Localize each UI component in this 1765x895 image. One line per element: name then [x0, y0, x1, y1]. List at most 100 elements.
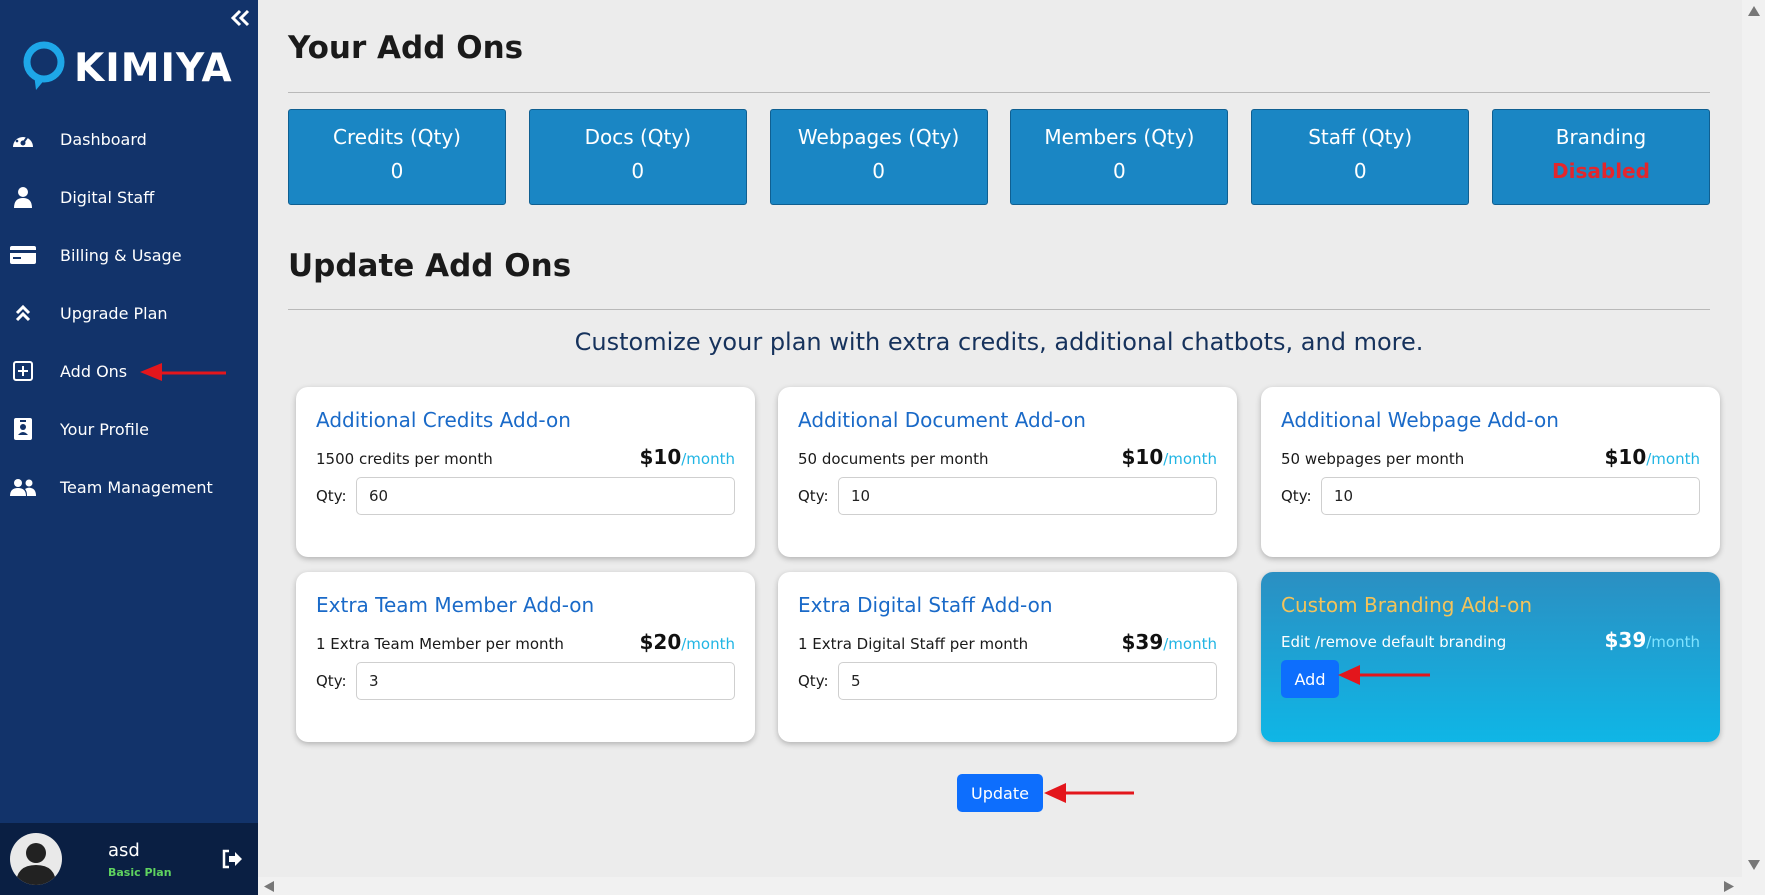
addon-summary: Credits (Qty) 0 Docs (Qty) 0 Webpages (Q…: [288, 109, 1710, 205]
price: $39/month: [1122, 630, 1218, 654]
card-title: Additional Webpage Add-on: [1281, 408, 1559, 432]
price: $10/month: [640, 445, 736, 469]
qty-label: Qty:: [1281, 487, 1312, 505]
price-amount: $20: [639, 630, 682, 654]
annotation-arrow: [140, 363, 226, 381]
brand-name: KIMIYA: [74, 45, 233, 91]
price: $39/month: [1605, 628, 1701, 652]
card-description: 50 documents per month: [798, 450, 989, 468]
add-branding-button[interactable]: Add: [1281, 660, 1339, 698]
addon-card-documents: Additional Document Add-on 50 documents …: [778, 387, 1237, 557]
digital-staff-qty-input[interactable]: [838, 662, 1217, 700]
vertical-scrollbar[interactable]: [1742, 0, 1765, 877]
page-subtitle: Customize your plan with extra credits, …: [574, 328, 1424, 356]
sidebar-nav: Dashboard Digital Staff Billing & Usage …: [0, 110, 258, 516]
id-badge-icon: [10, 416, 36, 442]
person-icon: [10, 184, 36, 210]
user-panel: asd Basic Plan: [0, 823, 258, 895]
update-button[interactable]: Update: [957, 774, 1043, 812]
stat-label: Docs (Qty): [584, 125, 692, 149]
divider: [288, 92, 1710, 93]
stat-label: Staff (Qty): [1308, 125, 1413, 149]
webpages-qty-input[interactable]: [1321, 477, 1700, 515]
credit-card-icon: [10, 242, 36, 268]
stat-value: 0: [872, 159, 885, 183]
sidebar-item-label: Team Management: [60, 477, 213, 497]
qty-label: Qty:: [316, 672, 347, 690]
addon-card-digital-staff: Extra Digital Staff Add-on 1 Extra Digit…: [778, 572, 1237, 742]
sidebar-item-label: Dashboard: [60, 129, 147, 149]
card-title: Custom Branding Add-on: [1281, 593, 1533, 617]
logout-icon[interactable]: [220, 847, 244, 871]
stat-credits: Credits (Qty) 0: [288, 109, 506, 205]
sidebar-item-digital-staff[interactable]: Digital Staff: [0, 168, 258, 226]
scroll-up-icon[interactable]: [1748, 6, 1760, 16]
team-member-qty-input[interactable]: [356, 662, 735, 700]
collapse-sidebar-icon[interactable]: [228, 6, 252, 30]
addon-card-webpages: Additional Webpage Add-on 50 webpages pe…: [1261, 387, 1720, 557]
price-period: /month: [1163, 635, 1217, 653]
card-title: Additional Document Add-on: [798, 408, 1086, 432]
stat-staff: Staff (Qty) 0: [1251, 109, 1470, 205]
sidebar-item-dashboard[interactable]: Dashboard: [0, 110, 258, 168]
price-amount: $10: [639, 445, 682, 469]
stat-value: 0: [1353, 159, 1367, 183]
sidebar-item-label: Add Ons: [60, 361, 128, 381]
kimiya-logo-icon: [23, 41, 65, 90]
double-chevron-up-icon: [10, 300, 36, 326]
card-description: 1500 credits per month: [316, 450, 493, 468]
user-name: asd: [108, 839, 140, 861]
card-description: 50 webpages per month: [1281, 450, 1465, 468]
stat-label: Members (Qty): [1044, 125, 1195, 149]
sidebar-item-team-management[interactable]: Team Management: [0, 458, 258, 516]
stat-value: 0: [1113, 159, 1126, 183]
sidebar-item-billing[interactable]: Billing & Usage: [0, 226, 258, 284]
scroll-right-icon[interactable]: [1724, 881, 1734, 892]
sidebar-item-upgrade-plan[interactable]: Upgrade Plan: [0, 284, 258, 342]
divider: [288, 309, 1710, 310]
brand-logo[interactable]: KIMIYA: [22, 40, 233, 96]
qty-label: Qty:: [316, 487, 347, 505]
sidebar-item-label: Upgrade Plan: [60, 303, 168, 323]
price-period: /month: [1646, 450, 1700, 468]
main-content: Your Add Ons Credits (Qty) 0 Docs (Qty) …: [258, 0, 1742, 877]
card-title: Extra Team Member Add-on: [316, 593, 595, 617]
addon-card-team-member: Extra Team Member Add-on 1 Extra Team Me…: [296, 572, 755, 742]
avatar[interactable]: [10, 833, 62, 885]
sidebar-item-your-profile[interactable]: Your Profile: [0, 400, 258, 458]
card-description: 1 Extra Team Member per month: [316, 635, 564, 653]
card-title: Additional Credits Add-on: [316, 408, 571, 432]
credits-qty-input[interactable]: [356, 477, 735, 515]
card-description: Edit /remove default branding: [1281, 633, 1507, 651]
stat-label: Webpages (Qty): [797, 125, 960, 149]
plus-square-icon: [10, 358, 36, 384]
stat-value: 0: [390, 159, 404, 183]
user-info: asd Basic Plan: [108, 840, 172, 879]
card-description: 1 Extra Digital Staff per month: [798, 635, 1029, 653]
price: $10/month: [1605, 445, 1701, 469]
scroll-left-icon[interactable]: [264, 881, 274, 892]
price-amount: $39: [1604, 628, 1647, 652]
annotation-arrow: [1338, 665, 1430, 685]
sidebar-item-label: Digital Staff: [60, 187, 155, 207]
price-period: /month: [681, 450, 735, 468]
horizontal-scrollbar[interactable]: [258, 877, 1765, 895]
price-amount: $10: [1121, 445, 1164, 469]
addon-card-credits: Additional Credits Add-on 1500 credits p…: [296, 387, 755, 557]
price-amount: $10: [1604, 445, 1647, 469]
section-title: Update Add Ons: [288, 248, 572, 284]
user-avatar-icon: [16, 843, 56, 885]
scroll-down-icon[interactable]: [1748, 860, 1760, 870]
page-title: Your Add Ons: [288, 30, 524, 66]
sidebar-item-label: Billing & Usage: [60, 245, 182, 265]
stat-value: 0: [631, 159, 645, 183]
stat-members: Members (Qty) 0: [1010, 109, 1229, 205]
annotation-arrow: [1044, 783, 1134, 803]
qty-label: Qty:: [798, 672, 829, 690]
stat-branding: Branding Disabled: [1491, 109, 1710, 205]
price-amount: $39: [1121, 630, 1164, 654]
addon-card-custom-branding: Custom Branding Add-on Edit /remove defa…: [1261, 572, 1720, 742]
stat-docs: Docs (Qty) 0: [528, 109, 747, 205]
documents-qty-input[interactable]: [838, 477, 1217, 515]
users-icon: [10, 474, 36, 500]
